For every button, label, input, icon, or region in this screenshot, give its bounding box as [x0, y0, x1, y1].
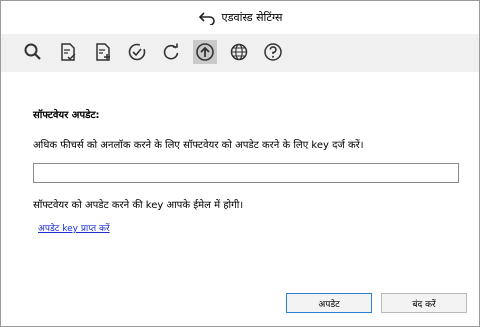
email-note: सॉफ्टवेयर को अपडेट करने की key आपके ईमेल…: [33, 200, 244, 211]
section-heading: सॉफ्टवेयर अपडेट:: [33, 110, 100, 121]
upload-icon[interactable]: [193, 40, 217, 64]
globe-icon[interactable]: [227, 40, 251, 64]
close-button[interactable]: बंद करें: [381, 293, 467, 313]
document-check-icon[interactable]: [56, 40, 80, 64]
title-bar: एडवांस्ड सेटिंग्स: [1, 1, 479, 34]
update-button[interactable]: अपडेट: [286, 293, 372, 313]
help-icon[interactable]: [261, 40, 285, 64]
toolbar: [1, 34, 479, 72]
window-title: एडवांस्ड सेटिंग्स: [221, 11, 283, 24]
advanced-settings-window: एडवांस्ड सेटिंग्स सॉफ्टवेयर अपडेट: अधिक …: [0, 0, 480, 327]
check-circle-icon[interactable]: [125, 40, 149, 64]
refresh-icon[interactable]: [159, 40, 183, 64]
get-key-link[interactable]: अपडेट key प्राप्त करें: [38, 221, 110, 234]
search-icon[interactable]: [21, 40, 45, 64]
instruction-text: अधिक फीचर्स को अनलॉक करने के लिए सॉफ्टवे…: [33, 140, 364, 151]
back-arrow-icon[interactable]: [198, 11, 216, 26]
document-add-icon[interactable]: [91, 40, 115, 64]
key-input[interactable]: [33, 163, 459, 183]
